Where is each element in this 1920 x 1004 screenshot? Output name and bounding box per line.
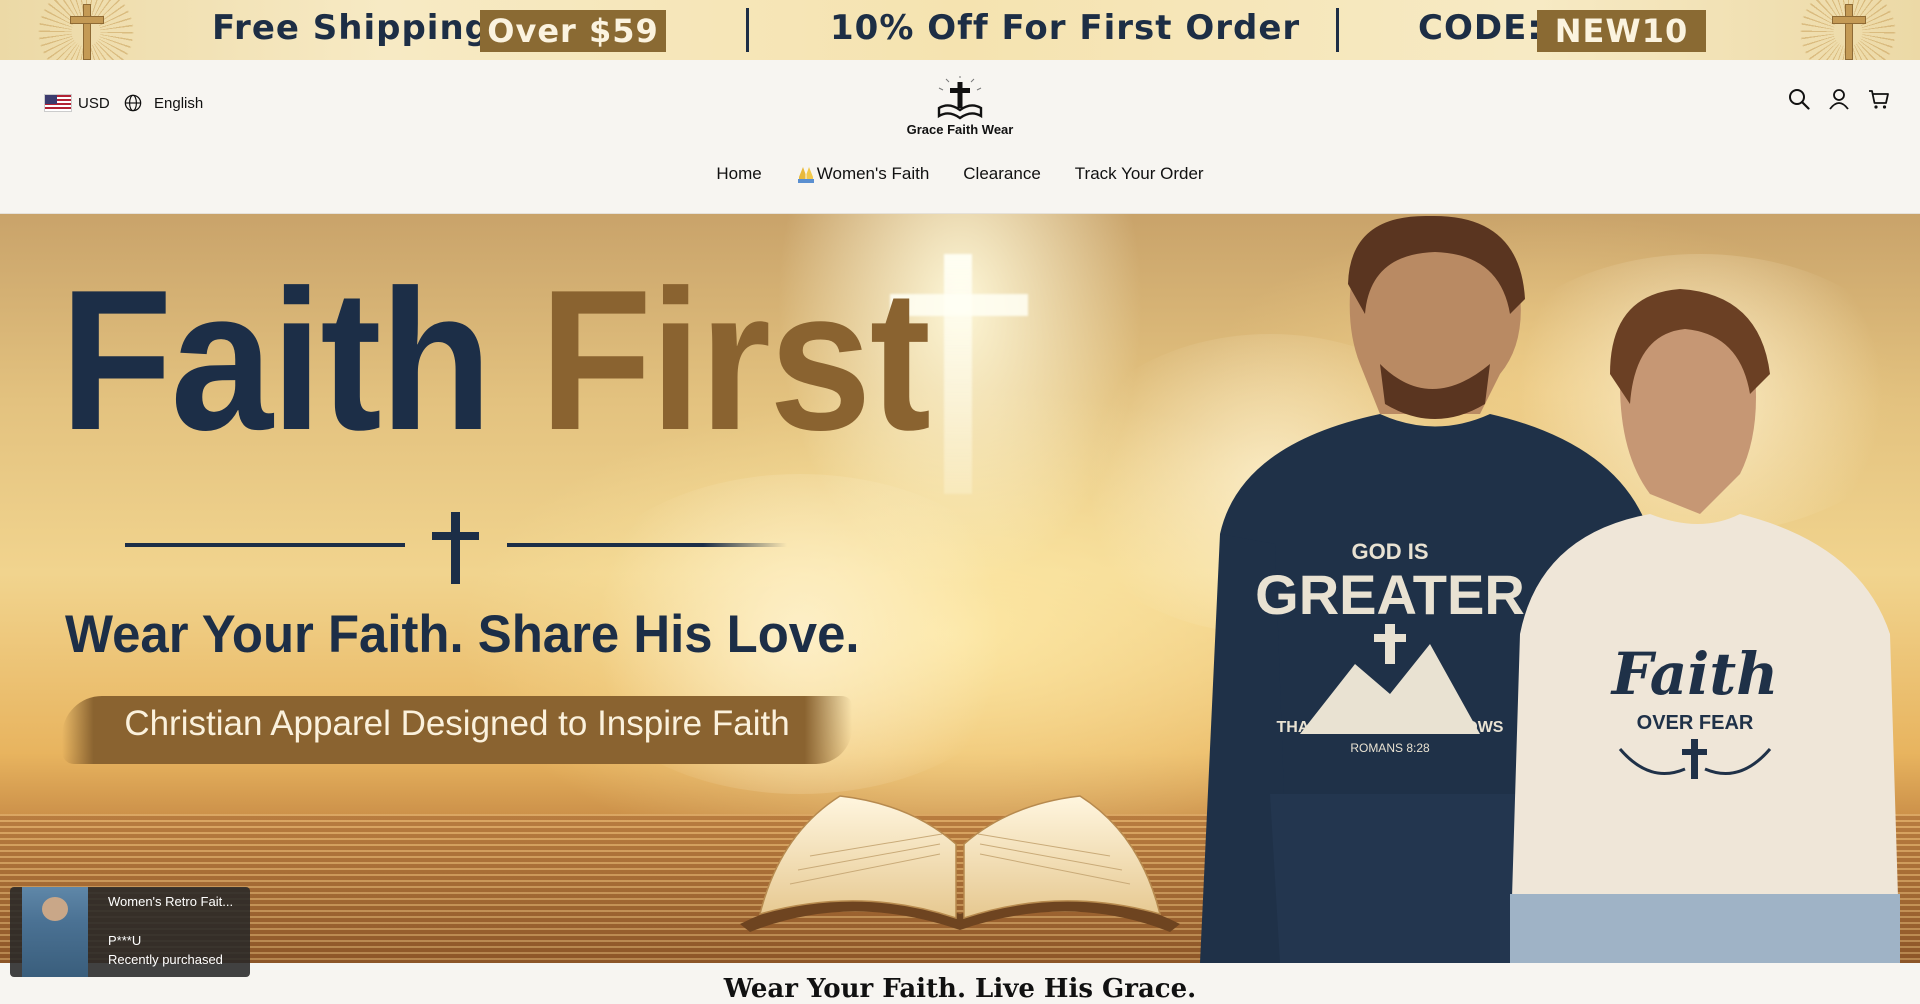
nav-track-order[interactable]: Track Your Order bbox=[1075, 164, 1204, 184]
shirt-right-line-1: Faith bbox=[1610, 640, 1779, 708]
nav-clearance[interactable]: Clearance bbox=[963, 164, 1041, 184]
header-actions bbox=[1788, 88, 1890, 110]
main-navigation: Home Women's Faith Clearance Track Your … bbox=[0, 164, 1920, 184]
shirt-right-line-2: OVER FEAR bbox=[1637, 712, 1754, 734]
open-bible-image bbox=[740, 795, 1180, 932]
divider bbox=[1336, 8, 1339, 52]
us-flag-icon bbox=[44, 94, 72, 112]
language-label: English bbox=[154, 94, 204, 112]
shirt-left-line-1: GOD IS bbox=[1351, 539, 1428, 564]
recent-purchase-popup[interactable]: Women's Retro Fait... P***U Recently pur… bbox=[10, 887, 250, 977]
hero-divider-right bbox=[507, 543, 787, 547]
nav-womens-faith[interactable]: Women's Faith bbox=[796, 164, 930, 184]
currency-label: USD bbox=[78, 94, 110, 112]
hero-cross-arm bbox=[432, 532, 479, 540]
account-icon[interactable] bbox=[1828, 88, 1850, 110]
headline-word-faith: Faith bbox=[60, 249, 492, 472]
code-label: CODE: bbox=[1418, 8, 1542, 48]
nav-clearance-label: Clearance bbox=[963, 164, 1041, 183]
site-logo[interactable]: Grace Faith Wear bbox=[900, 76, 1020, 146]
section-heading: Wear Your Faith. Live His Grace. bbox=[723, 974, 1197, 1004]
shipping-badge: Over $59 bbox=[480, 10, 666, 52]
praying-hands-icon bbox=[797, 167, 814, 183]
popup-product-title: Women's Retro Fait... bbox=[108, 894, 234, 909]
nav-track-order-label: Track Your Order bbox=[1074, 164, 1204, 183]
currency-selector[interactable]: USD bbox=[44, 91, 110, 115]
language-selector[interactable]: English bbox=[124, 91, 203, 115]
shirt-left-line-4: ROMANS 8:28 bbox=[1350, 741, 1430, 755]
popup-status: Recently purchased bbox=[108, 952, 223, 967]
shirt-left-line-2: GREATER bbox=[1255, 563, 1525, 626]
popup-buyer: P***U bbox=[108, 933, 142, 948]
bible-cross-logo-icon bbox=[937, 76, 983, 120]
shirt-left-line-3: THAN THE HIGHS AND LOWS bbox=[1277, 719, 1504, 736]
cross-icon bbox=[66, 4, 106, 60]
nav-womens-faith-label: Women's Faith bbox=[816, 164, 930, 183]
hero-headline: Faith First bbox=[60, 261, 931, 461]
nav-home[interactable]: Home bbox=[716, 164, 761, 184]
shipping-text: Free Shipping bbox=[212, 8, 490, 48]
divider bbox=[746, 8, 749, 52]
announcement-bar: Free Shipping Over $59 10% Off For First… bbox=[0, 0, 1920, 60]
hero-divider-left bbox=[125, 543, 405, 547]
hero-banner[interactable]: Faith First Wear Your Faith. Share His L… bbox=[0, 214, 1920, 963]
globe-icon bbox=[124, 94, 142, 112]
discount-text: 10% Off For First Order bbox=[830, 8, 1301, 48]
glowing-cross-icon bbox=[944, 254, 972, 494]
hero-cross-icon bbox=[451, 512, 460, 584]
hero-tagline: Wear Your Faith. Share His Love. bbox=[65, 605, 860, 664]
hero-subtitle: Christian Apparel Designed to Inspire Fa… bbox=[124, 704, 790, 743]
logo-text: Grace Faith Wear bbox=[906, 122, 1014, 137]
cart-icon[interactable] bbox=[1868, 88, 1890, 110]
nav-home-label: Home bbox=[716, 164, 762, 183]
headline-word-first: First bbox=[539, 249, 931, 472]
cross-icon bbox=[1828, 4, 1868, 60]
code-badge: NEW10 bbox=[1537, 10, 1706, 52]
search-icon[interactable] bbox=[1788, 88, 1810, 110]
models-wearing-shirts-image: GOD IS GREATER THAN THE HIGHS AND LOWS R… bbox=[1200, 215, 1900, 963]
site-header: USD English Grace Faith Wear Home Women'… bbox=[0, 60, 1920, 214]
product-thumbnail bbox=[22, 887, 88, 977]
